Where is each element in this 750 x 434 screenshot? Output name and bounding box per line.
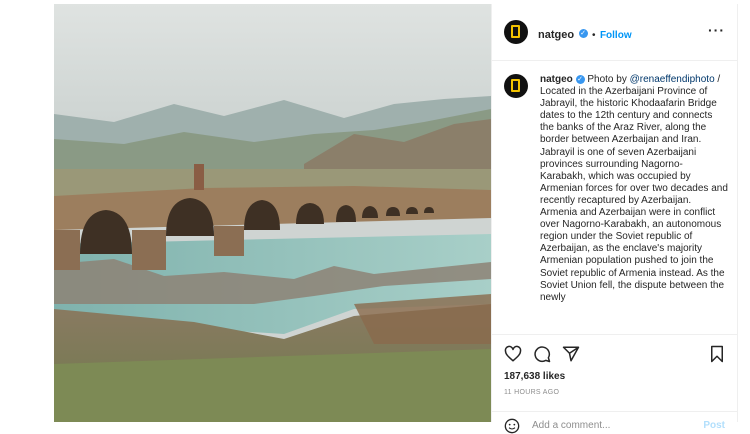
avatar[interactable] <box>504 20 528 44</box>
post-timestamp[interactable]: 11 HOURS AGO <box>504 389 559 396</box>
post-side-panel: natgeo ✓ • Follow ··· natgeo ✓ Photo by … <box>491 4 738 434</box>
follow-button[interactable]: Follow <box>600 30 632 41</box>
post-header: natgeo ✓ • Follow ··· <box>492 4 737 61</box>
paper-plane-icon[interactable] <box>562 345 580 363</box>
comment-icon[interactable] <box>533 345 551 363</box>
heart-icon[interactable] <box>504 345 522 363</box>
natgeo-logo-icon <box>511 79 520 92</box>
header-user-line: natgeo ✓ • Follow <box>538 25 632 43</box>
verified-badge-icon: ✓ <box>575 74 585 84</box>
caption-fade <box>492 320 737 334</box>
post-actions: 187,638 likes 11 HOURS AGO Add a comment… <box>492 334 737 434</box>
bookmark-icon[interactable] <box>708 345 726 363</box>
caption-username[interactable]: natgeo <box>540 74 573 85</box>
caption-mention-link[interactable]: @renaeffendiphoto <box>630 74 715 85</box>
caption-prefix: Photo by <box>584 74 630 85</box>
ellipsis-icon[interactable]: ··· <box>708 22 725 38</box>
header-username[interactable]: natgeo <box>538 29 574 41</box>
likes-count[interactable]: 187,638 likes <box>504 371 565 382</box>
emoji-icon[interactable] <box>504 418 520 434</box>
post-photo[interactable] <box>54 4 491 422</box>
header-separator: • <box>591 30 596 41</box>
caption-avatar[interactable] <box>504 74 528 98</box>
verified-badge-icon: ✓ <box>578 29 588 39</box>
natgeo-logo-icon <box>511 25 520 38</box>
caption-text: / Located in the Azerbaijani Province of… <box>540 74 728 303</box>
post-caption: natgeo ✓ Photo by @renaeffendiphoto / Lo… <box>540 74 728 332</box>
